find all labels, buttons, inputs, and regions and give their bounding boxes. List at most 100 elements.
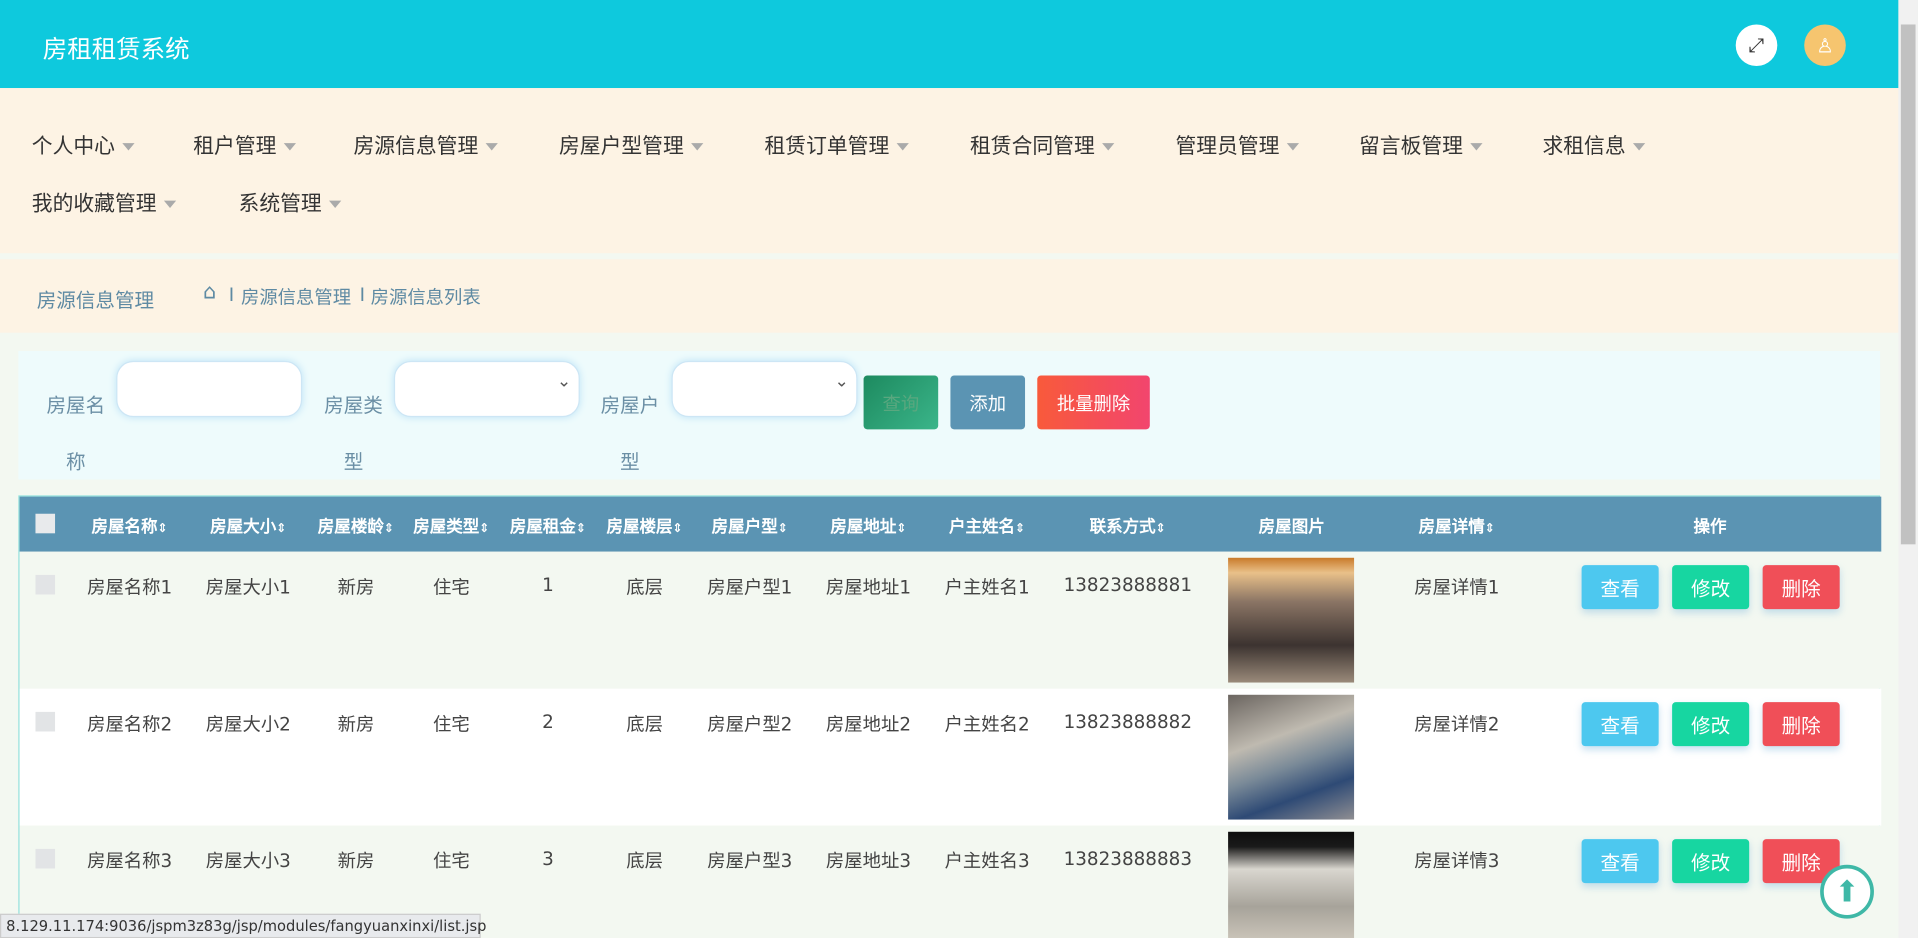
sort-icon[interactable]: ⇕ <box>576 522 586 535</box>
column-header[interactable]: 房屋楼层⇕ <box>606 513 682 537</box>
nav-label: 管理员管理 <box>1175 134 1280 160</box>
view-button[interactable]: 查看 <box>1581 702 1659 747</box>
table-cell: 住宅 <box>433 713 470 736</box>
caret-down-icon <box>485 143 498 151</box>
column-header[interactable]: 房屋楼龄⇕ <box>318 513 394 537</box>
table-cell: 房屋详情1 <box>1414 576 1500 599</box>
column-header[interactable]: 房屋户型⇕ <box>712 513 788 537</box>
column-header[interactable]: 房屋租金⇕ <box>510 513 586 537</box>
sort-icon[interactable]: ⇕ <box>896 522 906 535</box>
table-cell: 新房 <box>337 850 375 873</box>
column-header[interactable]: 房屋类型⇕ <box>413 513 489 537</box>
column-header[interactable]: 房屋地址⇕ <box>830 513 906 537</box>
nav-contracts[interactable]: 租赁合同管理 <box>969 128 1115 160</box>
table-cell: 新房 <box>337 713 375 736</box>
view-button[interactable]: 查看 <box>1581 565 1659 610</box>
row-checkbox[interactable] <box>35 574 56 595</box>
sort-icon[interactable]: ⇕ <box>158 522 168 535</box>
app-title: 房租租赁系统 <box>42 34 190 64</box>
table-header: 房屋名称⇕ 房屋大小⇕ 房屋楼龄⇕ 房屋类型⇕ 房屋租金⇕ 房屋楼层⇕ 房屋户型⇕ 房屋地址⇕… <box>19 496 1882 552</box>
sort-icon[interactable]: ⇕ <box>778 522 788 535</box>
select-all-checkbox[interactable] <box>35 513 56 534</box>
house-image[interactable] <box>1228 694 1355 820</box>
sort-icon[interactable]: ⇕ <box>479 522 489 535</box>
nav-favorites[interactable]: 我的收藏管理 <box>32 186 177 217</box>
delete-button[interactable]: 删除 <box>1762 702 1840 747</box>
nav-admins[interactable]: 管理员管理 <box>1175 128 1300 160</box>
nav-layout[interactable]: 房屋户型管理 <box>559 128 704 159</box>
table-cell: 新房 <box>337 576 375 599</box>
edit-button[interactable]: 修改 <box>1672 839 1750 884</box>
table-cell: 户主姓名2 <box>944 713 1030 736</box>
edit-button[interactable]: 修改 <box>1672 702 1750 747</box>
home-icon[interactable]: ⌂ <box>203 280 216 304</box>
back-to-top-icon[interactable]: ⬆ <box>1820 864 1874 919</box>
column-header[interactable]: 房屋详情⇕ <box>1419 513 1495 537</box>
house-image[interactable] <box>1228 557 1355 683</box>
query-button[interactable]: 查询 <box>863 375 939 430</box>
sort-icon[interactable]: ⇕ <box>673 522 683 535</box>
column-header[interactable]: 联系方式⇕ <box>1090 513 1166 537</box>
nav-rent-requests[interactable]: 求租信息 <box>1542 128 1646 160</box>
nav-label: 个人中心 <box>31 134 115 160</box>
sort-icon[interactable]: ⇕ <box>276 522 286 535</box>
caret-down-icon <box>122 143 135 151</box>
house-type-select[interactable] <box>393 360 580 418</box>
sort-icon[interactable]: ⇕ <box>1156 522 1166 535</box>
column-header[interactable]: 房屋大小⇕ <box>210 513 286 537</box>
table-cell: 房屋地址3 <box>825 850 912 873</box>
column-header-label: 房屋楼层 <box>606 517 673 537</box>
breadcrumb: 房源信息管理 ⌂ I 房源信息管理 I 房源信息列表 <box>0 259 1899 333</box>
column-header-label: 房屋大小 <box>210 517 277 537</box>
search-form: 房屋名称 房屋类型 房屋户型 查询 添加 批量删除 <box>18 351 1881 480</box>
caret-down-icon <box>1632 143 1646 151</box>
table-cell: 13823888882 <box>1063 710 1192 733</box>
row-checkbox[interactable] <box>35 848 56 869</box>
delete-button[interactable]: 删除 <box>1762 565 1840 610</box>
caret-down-icon <box>1102 143 1115 151</box>
table-cell: 13823888883 <box>1063 847 1192 870</box>
table-cell: 房屋户型3 <box>707 850 793 873</box>
caret-down-icon <box>691 143 704 151</box>
column-header[interactable]: 房屋名称⇕ <box>92 513 168 537</box>
house-name-label: 房屋名称 <box>46 393 106 474</box>
nav-personal-center[interactable]: 个人中心 <box>32 128 135 159</box>
nav-tenant[interactable]: 租户管理 <box>193 128 297 159</box>
scrollbar-thumb[interactable] <box>1900 24 1916 545</box>
sort-icon[interactable]: ⇕ <box>1485 522 1495 535</box>
caret-down-icon <box>163 200 177 208</box>
add-button[interactable]: 添加 <box>950 375 1026 430</box>
expand-icon[interactable]: ⤢ <box>1735 24 1778 67</box>
user-icon[interactable]: ♙ <box>1804 24 1846 67</box>
nav-label: 留言板管理 <box>1358 134 1463 160</box>
house-image[interactable] <box>1228 831 1355 938</box>
table-cell: 房屋详情3 <box>1414 850 1500 873</box>
row-checkbox[interactable] <box>35 711 56 732</box>
nav-listing[interactable]: 房源信息管理 <box>354 128 498 159</box>
nav-label: 房源信息管理 <box>353 134 479 160</box>
column-header[interactable]: 户主姓名⇕ <box>949 513 1025 537</box>
column-header-label: 房屋地址 <box>830 517 897 537</box>
column-header-label: 房屋名称 <box>91 517 158 537</box>
nav-messages[interactable]: 留言板管理 <box>1359 128 1483 159</box>
sort-icon[interactable]: ⇕ <box>384 522 394 535</box>
table-cell: 底层 <box>626 850 663 873</box>
nav-label: 求租信息 <box>1542 134 1626 160</box>
breadcrumb-sep: I <box>359 283 366 306</box>
nav-system[interactable]: 系统管理 <box>239 186 342 217</box>
table-cell: 房屋大小2 <box>205 713 291 736</box>
breadcrumb-item[interactable]: 房源信息管理 <box>241 284 351 310</box>
nav-orders[interactable]: 租赁订单管理 <box>765 128 909 159</box>
house-name-input[interactable] <box>116 360 303 418</box>
house-layout-select[interactable] <box>671 360 858 418</box>
view-button[interactable]: 查看 <box>1581 839 1659 884</box>
edit-button[interactable]: 修改 <box>1672 565 1750 610</box>
batch-delete-button[interactable]: 批量删除 <box>1037 375 1150 430</box>
column-header-label: 房屋类型 <box>413 517 480 537</box>
page: 房租租赁系统 ⤢ ♙ 个人中心 租户管理 房源信息管理 房屋户型管理 租赁订单管… <box>0 0 1918 938</box>
nav-label: 租赁合同管理 <box>969 134 1095 160</box>
caret-down-icon <box>1286 143 1300 151</box>
caret-down-icon <box>329 200 342 208</box>
sort-icon[interactable]: ⇕ <box>1015 522 1025 535</box>
table-cell: 房屋地址1 <box>825 576 912 599</box>
